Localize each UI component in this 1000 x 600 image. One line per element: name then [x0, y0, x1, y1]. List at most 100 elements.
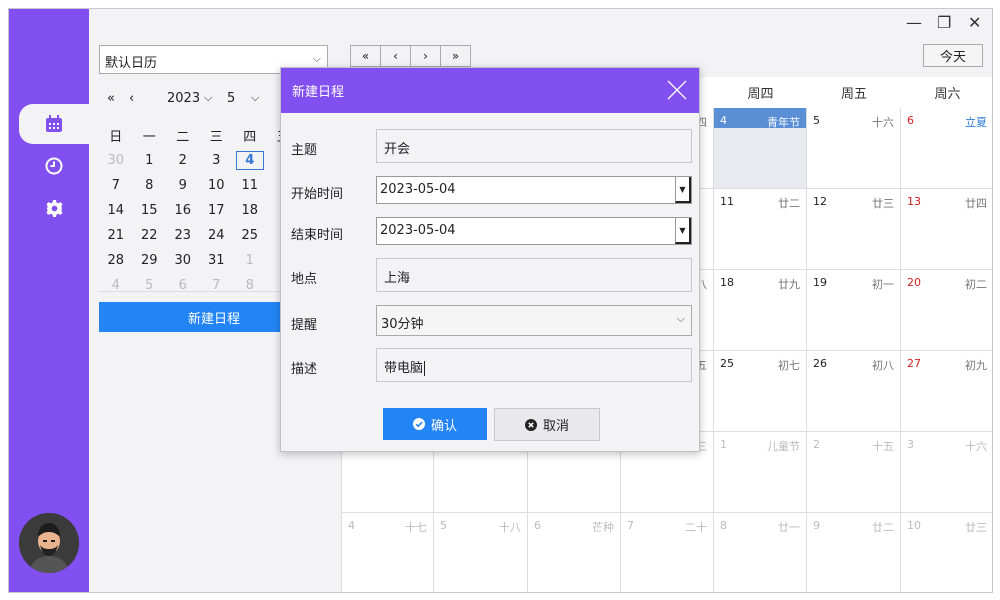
subject-value: 开会	[384, 142, 411, 157]
day-cell[interactable]: 29	[133, 248, 167, 273]
day-cell[interactable]: 23	[166, 223, 200, 248]
day-cell[interactable]: 16	[166, 198, 200, 223]
month-cell[interactable]: 20 初二	[901, 270, 992, 351]
day-cell[interactable]: 18	[233, 198, 267, 223]
day-cell[interactable]: 8	[133, 173, 167, 198]
lunar-label: 廿九	[778, 278, 800, 291]
lunar-label: 儿童节	[767, 440, 800, 453]
day-cell[interactable]: 21	[99, 223, 133, 248]
day-cell[interactable]: 10	[200, 173, 234, 198]
prev-month-button[interactable]: ‹	[129, 91, 134, 106]
day-cell[interactable]: 24	[200, 223, 234, 248]
day-cell[interactable]: 6	[166, 273, 200, 298]
weekday-header-fri: 周五	[840, 87, 867, 102]
month-cell[interactable]: 12 廿三	[807, 189, 901, 270]
day-cell[interactable]: 14	[99, 198, 133, 223]
end-date-picker[interactable]: 2023-05-04 ▼	[376, 217, 692, 245]
close-window-button[interactable]: ✕	[968, 13, 981, 32]
month-cell[interactable]: 6 立夏	[901, 108, 992, 189]
sidebar-item-calendar[interactable]	[19, 104, 89, 144]
day-number: 2	[813, 438, 820, 451]
next-year-nav-button[interactable]: »	[440, 45, 471, 67]
day-cell[interactable]: 15	[133, 198, 167, 223]
description-field[interactable]: 带电脑​	[376, 348, 692, 382]
solar-term-label: 立夏	[965, 116, 987, 129]
reminder-select[interactable]: 30分钟 ⌵	[376, 305, 692, 336]
day-cell[interactable]: 8	[233, 273, 267, 298]
month-cell[interactable]: 25 初七	[714, 351, 807, 432]
sidebar-item-clock[interactable]	[19, 146, 89, 186]
day-cell-selected[interactable]: 4	[233, 148, 267, 173]
day-number: 10	[907, 519, 921, 532]
subject-field[interactable]: 开会	[376, 129, 692, 163]
day-cell[interactable]: 17	[200, 198, 234, 223]
day-cell[interactable]: 2	[166, 148, 200, 173]
year-chevron-icon[interactable]: ⌵	[204, 91, 212, 105]
month-cell[interactable]: 19 初一	[807, 270, 901, 351]
month-cell[interactable]: 11 廿二	[714, 189, 807, 270]
prev-month-nav-button[interactable]: ‹	[380, 45, 411, 67]
dropdown-arrow-icon[interactable]: ▼	[675, 177, 691, 203]
month-cell[interactable]: 9 廿二	[807, 513, 901, 592]
today-button[interactable]: 今天	[923, 44, 983, 67]
month-chevron-icon[interactable]: ⌵	[251, 91, 259, 105]
day-cell[interactable]: 28	[99, 248, 133, 273]
month-cell[interactable]: 13 廿四	[901, 189, 992, 270]
sidebar	[9, 9, 89, 592]
month-cell-selected[interactable]: 4 青年节	[714, 108, 807, 189]
start-date-picker[interactable]: 2023-05-04 ▼	[376, 176, 692, 204]
day-cell[interactable]: 25	[233, 223, 267, 248]
minimize-button[interactable]: —	[906, 13, 922, 32]
user-avatar[interactable]	[19, 513, 79, 573]
day-cell[interactable]: 11	[233, 173, 267, 198]
month-cell[interactable]: 27 初九	[901, 351, 992, 432]
day-cell[interactable]: 7	[200, 273, 234, 298]
start-time-label: 开始时间	[291, 187, 344, 202]
month-cell[interactable]: 18 廿九	[714, 270, 807, 351]
sidebar-item-settings[interactable]	[19, 188, 89, 228]
day-cell[interactable]: 3	[200, 148, 234, 173]
month-cell[interactable]: 5 十八	[434, 513, 528, 592]
next-month-nav-button[interactable]: ›	[410, 45, 441, 67]
lunar-label: 初八	[872, 359, 894, 372]
day-number: 4	[348, 519, 355, 532]
day-cell[interactable]: 22	[133, 223, 167, 248]
day-number: 6	[534, 519, 541, 532]
month-cell[interactable]: 7 二十	[621, 513, 714, 592]
month-cell[interactable]: 8 廿一	[714, 513, 807, 592]
dropdown-arrow-icon[interactable]: ▼	[675, 218, 691, 244]
year-selector[interactable]: 2023	[167, 91, 200, 106]
location-field[interactable]: 上海	[376, 258, 692, 292]
prev-year-nav-button[interactable]: «	[350, 45, 381, 67]
day-number: 9	[813, 519, 820, 532]
day-cell[interactable]: 30	[99, 148, 133, 173]
day-cell[interactable]: 1	[233, 248, 267, 273]
day-cell[interactable]: 9	[166, 173, 200, 198]
month-cell[interactable]: 1 儿童节	[714, 432, 807, 513]
selected-day-label: 4	[235, 151, 264, 170]
lunar-label: 二十	[685, 521, 707, 534]
day-cell[interactable]: 5	[133, 273, 167, 298]
month-cell[interactable]: 4 十七	[341, 513, 434, 592]
month-cell[interactable]: 5 十六	[807, 108, 901, 189]
month-selector[interactable]: 5	[227, 91, 235, 106]
month-cell[interactable]: 26 初八	[807, 351, 901, 432]
month-cell[interactable]: 3 十六	[901, 432, 992, 513]
prev-year-button[interactable]: «	[107, 91, 115, 106]
confirm-button[interactable]: 确认	[383, 408, 487, 440]
maximize-button[interactable]: ❐	[937, 13, 951, 32]
day-number: 19	[813, 276, 827, 289]
day-cell[interactable]: 7	[99, 173, 133, 198]
day-cell[interactable]: 1	[133, 148, 167, 173]
day-number: 26	[813, 357, 827, 370]
month-cell[interactable]: 6 芒种	[528, 513, 621, 592]
location-label: 地点	[291, 272, 318, 287]
close-icon[interactable]	[667, 80, 687, 100]
day-cell[interactable]: 31	[200, 248, 234, 273]
month-cell[interactable]: 10 廿三	[901, 513, 992, 592]
cancel-button[interactable]: 取消	[494, 408, 600, 441]
day-cell[interactable]: 4	[99, 273, 133, 298]
lunar-label: 廿三	[965, 521, 987, 534]
day-cell[interactable]: 30	[166, 248, 200, 273]
month-cell[interactable]: 2 十五	[807, 432, 901, 513]
